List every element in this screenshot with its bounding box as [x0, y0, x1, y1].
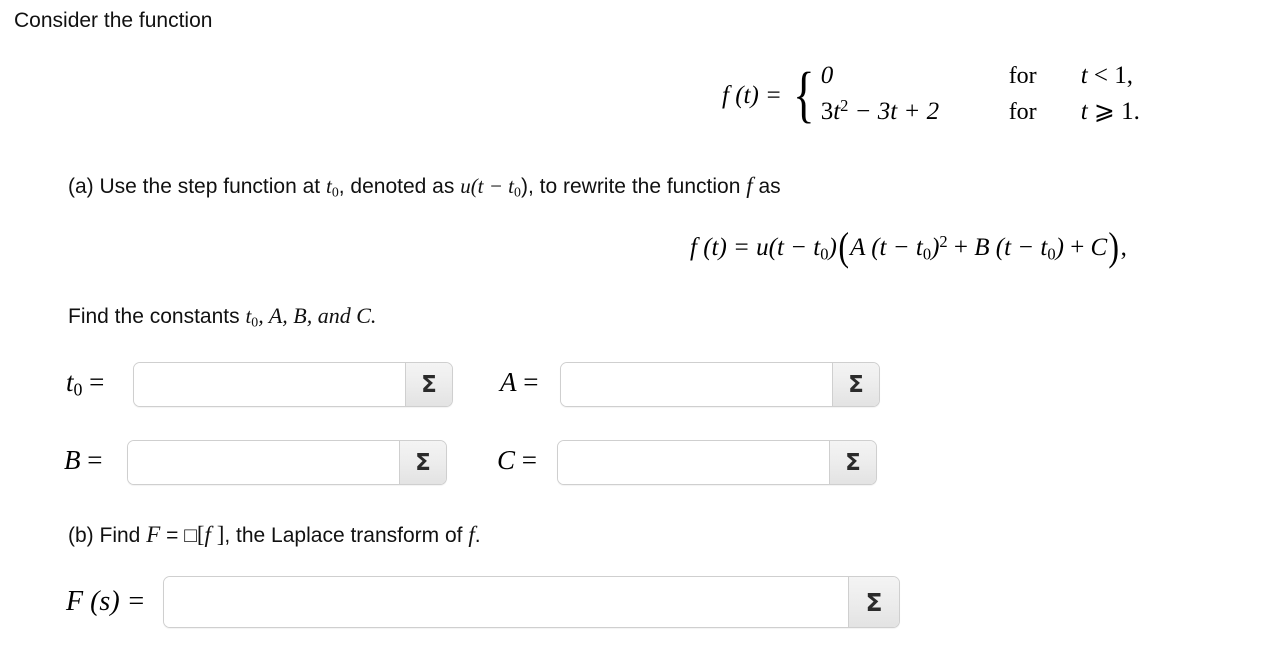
part-a-prefix: (a) Use the step function at [68, 175, 326, 198]
input-field-F-of-s[interactable]: Σ [163, 576, 900, 628]
math-palette-button-t0[interactable]: Σ [405, 363, 452, 406]
c-input[interactable] [558, 441, 829, 484]
piecewise-condition: t < 1, [1080, 62, 1133, 89]
F-of-s-input[interactable] [164, 577, 848, 627]
piecewise-condition: t ⩾ 1. [1080, 98, 1140, 125]
part-b-prompt: (b) Find F = □[f ], the Laplace transfor… [68, 522, 481, 548]
input-field-t0[interactable]: Σ [133, 362, 453, 407]
part-a-suffix: as [752, 175, 781, 198]
t0-input[interactable] [134, 363, 405, 406]
rewrite-plus-2: + [1063, 233, 1091, 261]
find-constants-prefix: Find the constants [68, 305, 246, 328]
part-a-t0-symbol: t0 [325, 174, 339, 200]
label-F-of-s: F (s) = [66, 586, 146, 617]
part-b-equals: = [160, 524, 185, 547]
rewrite-lhs: f (t) = u(t − t0) [690, 233, 837, 264]
rewrite-term-b: B (t − t0) [974, 233, 1064, 264]
label-t0: t0 = [66, 367, 105, 400]
part-b-bracket-close: ] [210, 522, 225, 547]
find-constants-rest: , A, B, and C. [258, 303, 377, 328]
label-a: A = [500, 367, 539, 397]
piecewise-brace: { [793, 60, 815, 129]
part-b-bracket-open: [ [196, 522, 205, 547]
rewrite-comma: , [1120, 233, 1127, 261]
part-b-suffix: , the Laplace transform of [224, 524, 469, 547]
part-a-mid: , denoted as [338, 175, 461, 198]
laplace-operator-missing-glyph-icon: □ [184, 523, 197, 547]
find-constants-t0: t0 [245, 304, 259, 330]
piecewise-row: 3t2 − 3t + 2 for t ⩾ 1. [821, 96, 1140, 130]
find-constants-text: Find the constants t0, A, B, and C. [68, 303, 376, 331]
piecewise-for-label: for [1008, 63, 1037, 89]
piecewise-row: 0 for t < 1, [821, 62, 1140, 96]
part-b-period: . [474, 524, 481, 547]
rewrite-equation: f (t) = u(t − t0)(A (t − t0)2 + B (t − t… [690, 223, 1127, 269]
rewrite-term-c: C [1090, 233, 1108, 261]
rewrite-term-a: A (t − t0)2 [850, 232, 948, 264]
input-field-c[interactable]: Σ [557, 440, 877, 485]
piecewise-function-equation: f (t) = { 0 for t < 1, 3t2 − 3t + 2 for … [722, 62, 1140, 130]
b-input[interactable] [128, 441, 399, 484]
part-b-prefix: (b) Find [68, 524, 147, 547]
input-field-b[interactable]: Σ [127, 440, 447, 485]
part-a-prompt: (a) Use the step function at t0, denoted… [68, 173, 781, 201]
input-field-a[interactable]: Σ [560, 362, 880, 407]
math-palette-button-b[interactable]: Σ [399, 441, 446, 484]
math-palette-button-a[interactable]: Σ [832, 363, 879, 406]
math-palette-button-F-of-s[interactable]: Σ [848, 577, 899, 627]
piecewise-lhs: f (t) = [722, 82, 782, 109]
math-palette-button-c[interactable]: Σ [829, 441, 876, 484]
intro-text: Consider the function [14, 9, 213, 32]
rewrite-plus-1: + [947, 233, 975, 261]
label-c: C = [497, 445, 537, 475]
part-a-step-function: u(t − t0 [460, 174, 521, 200]
a-input[interactable] [561, 363, 832, 406]
part-b-F-symbol: F [146, 522, 161, 547]
label-b: B = [64, 445, 103, 475]
piecewise-case-value: 3t2 − 3t + 2 [820, 96, 940, 125]
piecewise-for-label: for [1008, 99, 1037, 125]
part-a-close: ), to rewrite the function [520, 175, 747, 198]
piecewise-case-value: 0 [820, 62, 834, 89]
